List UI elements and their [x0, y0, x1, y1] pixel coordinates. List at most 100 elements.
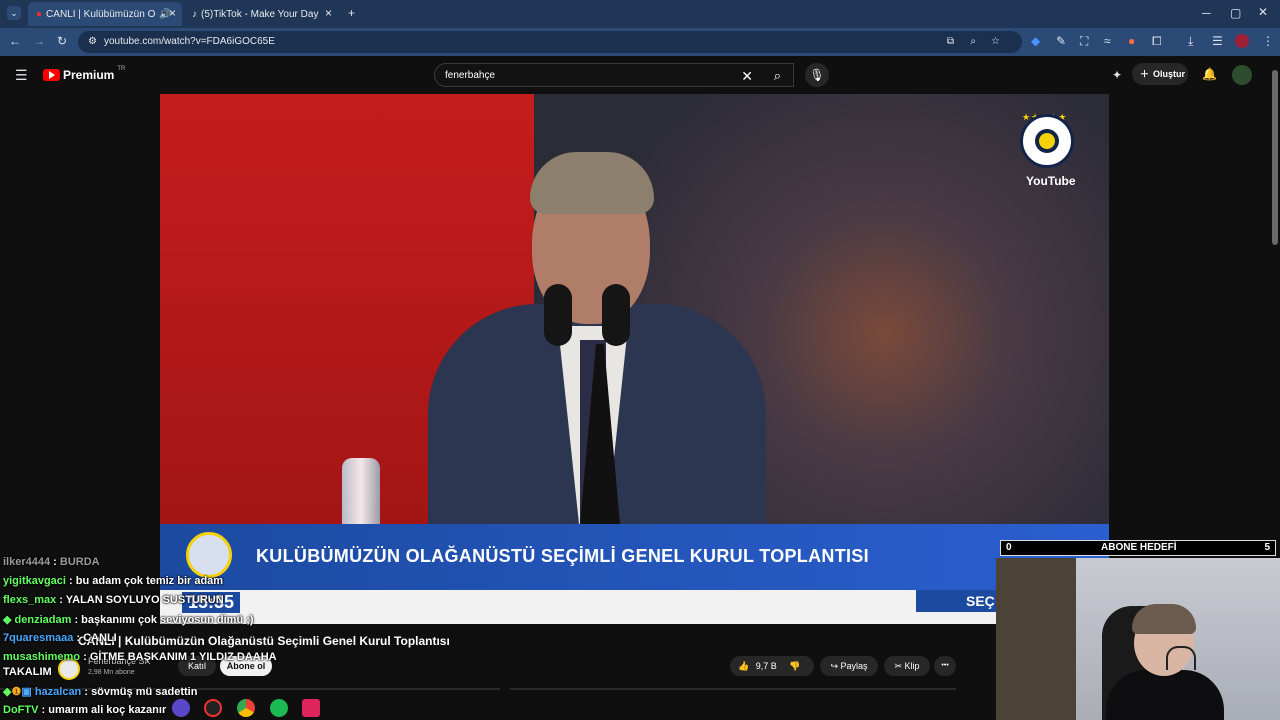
water-bottle: [342, 458, 380, 526]
extension-shield-icon[interactable]: ◆: [1031, 34, 1040, 48]
chat-user: 7quaresmaaa: [3, 632, 74, 644]
maximize-icon[interactable]: ▢: [1230, 6, 1241, 20]
notifications-bell-icon[interactable]: 🔔: [1202, 67, 1217, 81]
like-count: 9,7 B: [755, 661, 777, 671]
microphone-right: [602, 284, 630, 346]
subscriber-goal-bar: 0 ABONE HEDEFİ 5: [1000, 540, 1276, 556]
site-info-icon[interactable]: ⚙: [88, 31, 97, 53]
subscriber-count: 2,98 Mn abone: [88, 669, 135, 676]
clip-button[interactable]: ✂ Klip: [884, 656, 930, 676]
download-icon[interactable]: ⤓: [1188, 34, 1193, 49]
minimize-icon[interactable]: ─: [1202, 6, 1211, 20]
taskbar: [0, 697, 330, 720]
search-icon[interactable]: ⌕: [774, 64, 781, 88]
account-avatar[interactable]: [1232, 65, 1252, 85]
like-dislike-group[interactable]: 👍 9,7 B 👎: [730, 656, 814, 676]
chat-message: başkanımı çok seviyosun dimü ;): [81, 614, 254, 626]
clip-label: Klip: [904, 661, 920, 671]
close-window-icon[interactable]: ✕: [1258, 5, 1268, 19]
headphones-icon: [1166, 646, 1196, 670]
taskbar-spotify-icon[interactable]: [270, 699, 288, 717]
reload-icon[interactable]: ↻: [57, 34, 67, 48]
extension-translate-icon[interactable]: ⛶: [1080, 34, 1088, 49]
search-value: fenerbahçe: [445, 70, 496, 81]
youtube-logo[interactable]: Premium TR: [43, 66, 126, 82]
search-input[interactable]: fenerbahçe ✕ ⌕: [434, 63, 794, 87]
goal-target: 5: [1264, 542, 1270, 553]
chat-message: TAKALIM: [3, 666, 52, 678]
chat-message: GİTME BAŞKANIM 1 YILDIZ DAAHA: [89, 651, 277, 663]
bookmark-star-icon[interactable]: ☆: [991, 31, 1000, 53]
diamond-badge-icon: ◆: [3, 614, 12, 626]
extension-color-icon[interactable]: ●: [1128, 34, 1135, 48]
close-tab-icon[interactable]: ×: [169, 6, 176, 20]
share-icon: ↪: [830, 661, 838, 671]
taskbar-x-icon[interactable]: [302, 699, 320, 717]
lower-third-banner: KULÜBÜMÜZÜN OLAĞANÜSTÜ SEÇİMLİ GENEL KUR…: [160, 524, 1109, 590]
cast-icon[interactable]: ✦: [1112, 68, 1122, 82]
profile-avatar[interactable]: [1235, 34, 1249, 48]
chat-line: TAKALIM: [3, 666, 52, 678]
microphone-left: [544, 284, 572, 346]
tiktok-favicon-icon: ♪: [192, 8, 197, 20]
chat-line: musashimemo : GİTME BAŞKANIM 1 YILDIZ DA…: [3, 651, 277, 663]
tab-search-icon[interactable]: ⌄: [7, 6, 21, 20]
like-icon[interactable]: 👍: [738, 661, 749, 671]
chat-line: flexs_max : YALAN SOYLUYO SUSTURUN: [3, 594, 224, 606]
youtube-play-icon: [43, 69, 60, 81]
youtube-watermark: YouTube: [1026, 174, 1076, 188]
chat-line: ◆ denziadam : başkanımı çok seviyosun di…: [3, 614, 254, 626]
clear-search-icon[interactable]: ✕: [741, 64, 753, 88]
extension-text-icon[interactable]: ≈: [1104, 34, 1111, 48]
fenerbahce-logo-icon: [1020, 114, 1074, 168]
zoom-icon[interactable]: ⌕: [970, 31, 976, 53]
youtube-header: ☰ Premium TR fenerbahçe ✕ ⌕ 🎙 ✦ ＋ Oluştur…: [0, 56, 1280, 94]
reading-list-icon[interactable]: ☰: [1212, 34, 1223, 48]
share-button[interactable]: ↪ Paylaş: [820, 656, 878, 676]
browser-tab-bar: ⌄ ● CANLI | Kulübümüzün O 🔊 × ♪ (5)TikTo…: [0, 0, 1280, 28]
hamburger-menu-icon[interactable]: ☰: [15, 67, 28, 84]
lower-third-title: KULÜBÜMÜZÜN OLAĞANÜSTÜ SEÇİMLİ GENEL KUR…: [256, 546, 869, 566]
back-icon[interactable]: ←: [9, 34, 21, 48]
url-text: youtube.com/watch?v=FDA6iGOC65E: [104, 36, 275, 47]
video-title: CANLI | Kulübümüzün Olağanüstü Seçimli G…: [78, 634, 450, 648]
webcam-overlay: [996, 558, 1280, 720]
club-crest-icon: [186, 532, 232, 578]
dislike-icon[interactable]: 👎: [789, 661, 800, 671]
tab-youtube-live[interactable]: ● CANLI | Kulübümüzün O 🔊 ×: [28, 2, 182, 26]
country-badge: TR: [117, 66, 126, 72]
streamer-hair: [1132, 604, 1196, 634]
tab-label: (5)TikTok - Make Your Day: [201, 8, 319, 20]
youtube-favicon-icon: ●: [36, 8, 43, 20]
taskbar-chrome-icon[interactable]: [237, 699, 255, 717]
forward-icon[interactable]: →: [33, 34, 45, 48]
extension-pen-icon[interactable]: ✎: [1056, 34, 1066, 48]
video-player[interactable]: ★★★★★ YouTube KULÜBÜMÜZÜN OLAĞANÜSTÜ SEÇ…: [160, 94, 1109, 624]
extensions-puzzle-icon[interactable]: ⧠: [1152, 34, 1162, 49]
divider: [510, 688, 956, 690]
create-button[interactable]: ＋ Oluştur: [1132, 63, 1188, 85]
new-tab-button[interactable]: +: [348, 6, 355, 20]
webcam-shelf: [996, 558, 1076, 720]
page-scrollbar[interactable]: [1272, 70, 1278, 245]
close-tab-icon[interactable]: ×: [325, 6, 332, 20]
chat-line: 7quaresmaaa : CANLI: [3, 632, 117, 644]
more-actions-button[interactable]: •••: [934, 656, 956, 676]
taskbar-obs-icon[interactable]: [204, 699, 222, 717]
chat-user: ilker4444: [3, 556, 51, 568]
browser-menu-icon[interactable]: ⋮: [1262, 34, 1274, 48]
taskbar-app-icon[interactable]: [172, 699, 190, 717]
create-label: Oluştur: [1153, 69, 1186, 79]
lower-strip: 15:35 SEÇ: [160, 590, 1109, 624]
install-icon[interactable]: ⧉: [947, 31, 954, 53]
share-label: Paylaş: [840, 661, 868, 671]
tab-tiktok[interactable]: ♪ (5)TikTok - Make Your Day ×: [184, 2, 338, 26]
tab-label: CANLI | Kulübümüzün O: [46, 8, 156, 20]
voice-search-icon[interactable]: 🎙: [805, 63, 829, 87]
chat-user: yigitkavgaci: [3, 575, 66, 587]
streamer-body: [1106, 670, 1224, 720]
address-bar[interactable]: ⚙ youtube.com/watch?v=FDA6iGOC65E ⧉ ⌕ ☆: [78, 31, 1022, 53]
speaker-hair: [530, 152, 654, 214]
chat-line: yigitkavgaci : bu adam çok temiz bir ada…: [3, 575, 224, 587]
chat-user: flexs_max: [3, 594, 57, 606]
